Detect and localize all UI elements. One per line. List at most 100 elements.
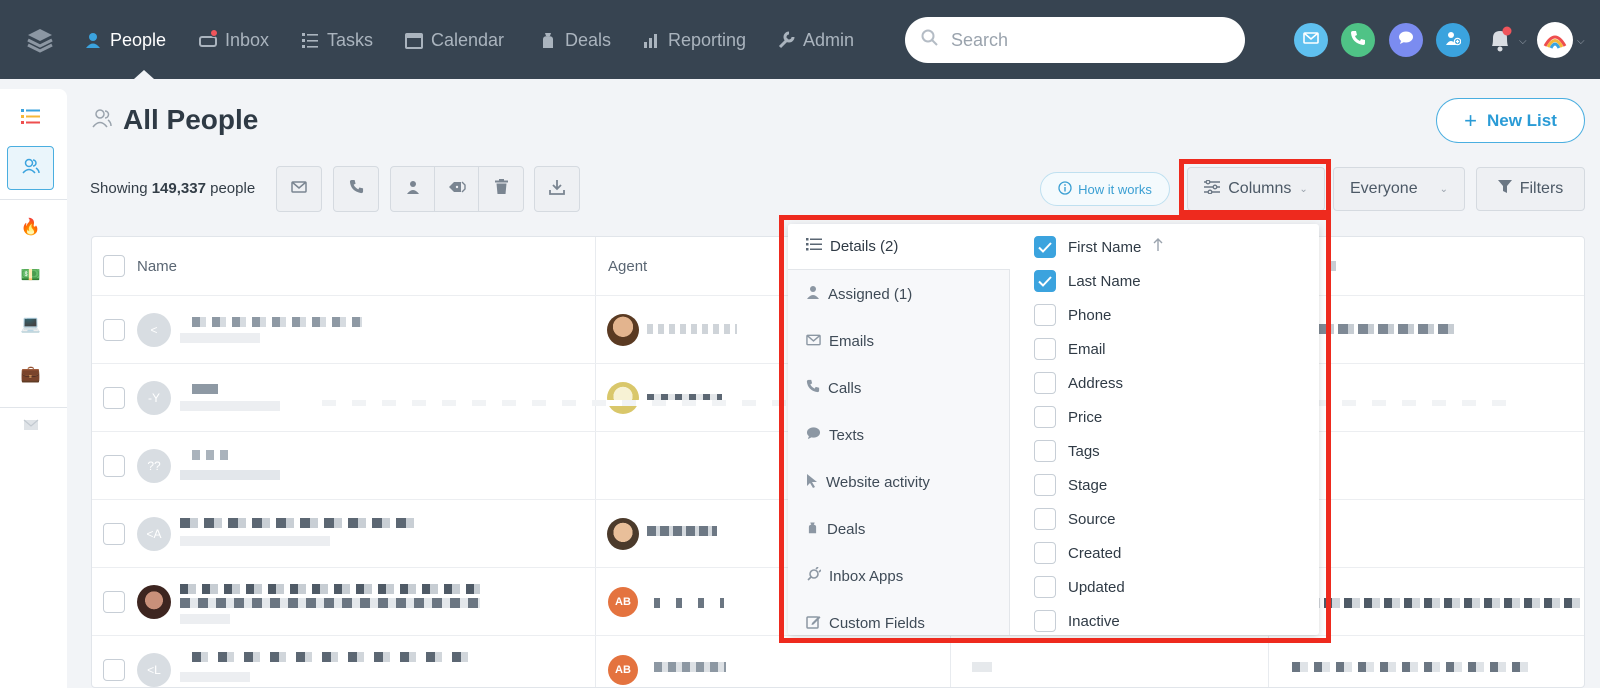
redacted-text: [180, 536, 330, 546]
sidebar-item-money[interactable]: 💵: [7, 253, 54, 297]
call-action-button[interactable]: [1341, 23, 1375, 57]
phone-icon: [1350, 30, 1366, 51]
redacted-name: [180, 518, 415, 528]
how-it-works-button[interactable]: How it works: [1040, 172, 1170, 206]
redacted-text: [180, 672, 250, 682]
top-navigation-bar: People Inbox Tasks Calendar Deals Report…: [0, 0, 1600, 79]
briefcase-icon: 💼: [20, 366, 41, 383]
row-checkbox[interactable]: [103, 523, 125, 545]
phone-icon: [349, 179, 364, 199]
call-tool-group: [333, 166, 379, 212]
redacted-text: [972, 662, 992, 672]
notifications-bell-icon[interactable]: [1485, 24, 1515, 54]
redacted-agent: [654, 598, 724, 608]
tag-button[interactable]: [435, 167, 479, 211]
money-icon: 💵: [20, 267, 41, 284]
redacted-agent: [654, 662, 726, 672]
redacted-text: [1304, 598, 1584, 608]
row-checkbox[interactable]: [103, 455, 125, 477]
info-icon: [1058, 180, 1072, 198]
sidebar-item-all-people[interactable]: [7, 146, 54, 190]
add-person-action-button[interactable]: [1436, 23, 1470, 57]
sidebar-item-lists[interactable]: [7, 97, 54, 141]
redacted-agent: [647, 324, 737, 334]
contact-avatar: <A: [137, 517, 171, 551]
inbox-icon: [199, 29, 218, 49]
bulk-call-button[interactable]: [334, 167, 378, 211]
export-button[interactable]: [535, 167, 579, 211]
calendar-icon: [405, 31, 423, 49]
nav-admin-label: Admin: [803, 29, 855, 50]
showing-suffix: people: [210, 180, 256, 197]
search-bar[interactable]: [905, 17, 1245, 63]
bulk-email-button[interactable]: [277, 167, 321, 211]
column-header-name[interactable]: Name: [137, 237, 177, 295]
wrench-icon: [777, 31, 795, 49]
agent-avatar: [607, 314, 639, 346]
assign-button[interactable]: [391, 167, 435, 211]
contact-avatar: -Y: [137, 381, 171, 415]
nav-people-label: People: [110, 29, 167, 50]
contact-avatar: [137, 585, 171, 619]
agent-avatar: AB: [608, 655, 638, 685]
nav-deals-label: Deals: [565, 29, 612, 50]
page-header: All People: [91, 104, 258, 136]
nav-deals[interactable]: Deals: [539, 28, 611, 52]
fire-icon: 🔥: [20, 219, 41, 236]
nav-calendar[interactable]: Calendar: [405, 28, 504, 52]
user-avatar[interactable]: [1537, 22, 1573, 58]
sidebar-item-computer[interactable]: 💻: [7, 302, 54, 346]
redacted-text: [1292, 662, 1532, 672]
email-action-button[interactable]: [1294, 23, 1328, 57]
list-icon: [301, 31, 319, 49]
funnel-icon: [1497, 179, 1512, 199]
row-checkbox[interactable]: [103, 591, 125, 613]
app-logo-icon[interactable]: [26, 26, 54, 54]
nav-inbox[interactable]: Inbox: [199, 28, 269, 52]
new-list-label: New List: [1486, 110, 1557, 130]
chat-bubble-icon: [1398, 30, 1414, 50]
nav-admin[interactable]: Admin: [777, 28, 854, 52]
how-it-works-label: How it works: [1078, 181, 1152, 197]
people-icon: [21, 157, 41, 180]
row-checkbox[interactable]: [103, 387, 125, 409]
everyone-filter-button[interactable]: Everyone ⌄: [1333, 167, 1465, 211]
notification-dot: [210, 29, 218, 37]
search-input[interactable]: [951, 29, 1221, 51]
filters-label: Filters: [1519, 180, 1564, 197]
redacted-text: [180, 401, 280, 411]
search-icon: [921, 29, 939, 52]
column-header-agent[interactable]: Agent: [608, 237, 647, 295]
filters-button[interactable]: Filters: [1476, 167, 1585, 211]
bulk-edit-tool-group: [390, 166, 524, 212]
sidebar-item-briefcase[interactable]: 💼: [7, 352, 54, 396]
nav-tasks-label: Tasks: [327, 29, 374, 50]
nav-reporting[interactable]: Reporting: [642, 28, 746, 52]
people-icon: [91, 108, 113, 133]
chart-icon: [642, 31, 660, 49]
export-tool-group: [534, 166, 580, 212]
add-person-icon: [1445, 30, 1462, 51]
row-checkbox[interactable]: [103, 319, 125, 341]
left-sidebar: 🔥 💵 💻 💼: [0, 89, 67, 688]
sidebar-item-mail[interactable]: [7, 405, 54, 449]
agent-avatar: [607, 518, 639, 550]
new-list-button[interactable]: + New List: [1436, 98, 1585, 143]
nav-reporting-label: Reporting: [668, 29, 747, 50]
nav-tasks[interactable]: Tasks: [301, 28, 373, 52]
select-all-checkbox[interactable]: [103, 255, 125, 277]
nav-people[interactable]: People: [84, 28, 166, 52]
plus-icon: +: [1464, 107, 1477, 133]
row-checkbox[interactable]: [103, 659, 125, 681]
redacted-text: [180, 598, 480, 608]
nav-calendar-label: Calendar: [431, 29, 505, 50]
agent-avatar: AB: [608, 587, 638, 617]
text-action-button[interactable]: [1389, 23, 1423, 57]
redacted-text: [180, 614, 230, 624]
delete-button[interactable]: [479, 167, 523, 211]
active-nav-caret: [134, 70, 154, 79]
sidebar-item-hot[interactable]: 🔥: [7, 205, 54, 249]
email-tool-group: [276, 166, 322, 212]
redacted-text: [180, 333, 260, 343]
chevron-down-icon: ⌵: [1519, 36, 1527, 47]
